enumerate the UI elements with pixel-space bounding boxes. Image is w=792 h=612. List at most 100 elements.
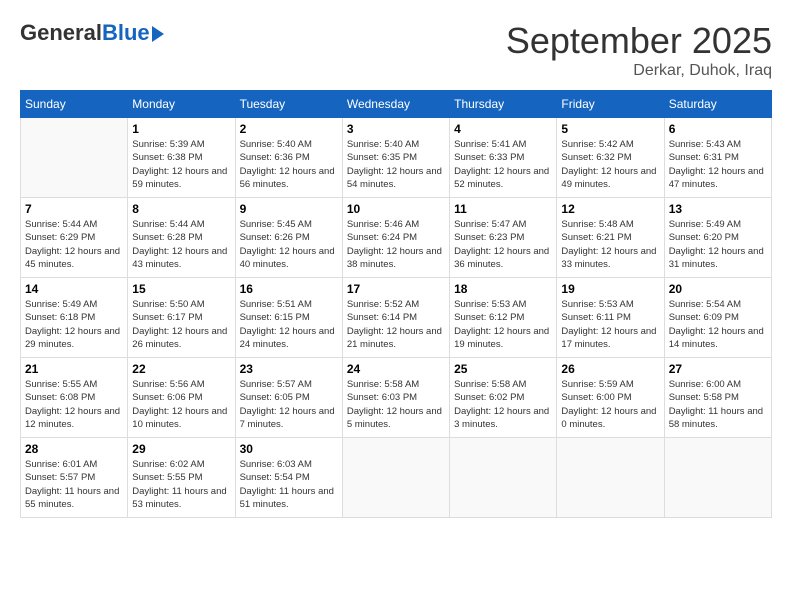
logo-general-text: General (20, 20, 102, 46)
weekday-header-saturday: Saturday (664, 91, 771, 118)
calendar-cell (557, 438, 664, 518)
calendar-cell: 9 Sunrise: 5:45 AMSunset: 6:26 PMDaylight… (235, 198, 342, 278)
logo-blue-text: Blue (102, 20, 150, 46)
day-info: Sunrise: 5:49 AMSunset: 6:18 PMDaylight:… (25, 298, 123, 351)
calendar-cell (450, 438, 557, 518)
day-number: 24 (347, 362, 445, 376)
calendar-cell: 6 Sunrise: 5:43 AMSunset: 6:31 PMDaylight… (664, 118, 771, 198)
day-info: Sunrise: 6:01 AMSunset: 5:57 PMDaylight:… (25, 458, 123, 511)
day-number: 10 (347, 202, 445, 216)
day-number: 20 (669, 282, 767, 296)
day-info: Sunrise: 5:53 AMSunset: 6:12 PMDaylight:… (454, 298, 552, 351)
day-number: 28 (25, 442, 123, 456)
day-number: 27 (669, 362, 767, 376)
logo-arrow-icon (152, 26, 164, 42)
day-number: 22 (132, 362, 230, 376)
calendar-header-row: SundayMondayTuesdayWednesdayThursdayFrid… (21, 91, 772, 118)
day-info: Sunrise: 5:59 AMSunset: 6:00 PMDaylight:… (561, 378, 659, 431)
calendar-cell: 7 Sunrise: 5:44 AMSunset: 6:29 PMDaylight… (21, 198, 128, 278)
day-info: Sunrise: 5:44 AMSunset: 6:28 PMDaylight:… (132, 218, 230, 271)
calendar-cell (664, 438, 771, 518)
day-number: 6 (669, 122, 767, 136)
day-info: Sunrise: 5:44 AMSunset: 6:29 PMDaylight:… (25, 218, 123, 271)
calendar-cell: 4 Sunrise: 5:41 AMSunset: 6:33 PMDaylight… (450, 118, 557, 198)
calendar-cell: 1Sunrise: 5:39 AMSunset: 6:38 PMDaylight… (128, 118, 235, 198)
day-number: 15 (132, 282, 230, 296)
calendar-cell: 30 Sunrise: 6:03 AMSunset: 5:54 PMDayligh… (235, 438, 342, 518)
day-info: Sunrise: 6:02 AMSunset: 5:55 PMDaylight:… (132, 458, 230, 511)
day-number: 13 (669, 202, 767, 216)
day-info: Sunrise: 5:40 AMSunset: 6:36 PMDaylight:… (240, 138, 338, 191)
day-number: 8 (132, 202, 230, 216)
day-number: 3 (347, 122, 445, 136)
day-info: Sunrise: 5:48 AMSunset: 6:21 PMDaylight:… (561, 218, 659, 271)
day-info: Sunrise: 5:49 AMSunset: 6:20 PMDaylight:… (669, 218, 767, 271)
calendar-cell: 29 Sunrise: 6:02 AMSunset: 5:55 PMDayligh… (128, 438, 235, 518)
calendar-cell: 22Sunrise: 5:56 AMSunset: 6:06 PMDayligh… (128, 358, 235, 438)
logo: General Blue (20, 20, 164, 46)
calendar-week-row: 28 Sunrise: 6:01 AMSunset: 5:57 PMDayligh… (21, 438, 772, 518)
day-number: 12 (561, 202, 659, 216)
day-info: Sunrise: 5:41 AMSunset: 6:33 PMDaylight:… (454, 138, 552, 191)
calendar-cell (342, 438, 449, 518)
weekday-header-wednesday: Wednesday (342, 91, 449, 118)
weekday-header-tuesday: Tuesday (235, 91, 342, 118)
day-info: Sunrise: 6:03 AMSunset: 5:54 PMDaylight:… (240, 458, 338, 511)
weekday-header-monday: Monday (128, 91, 235, 118)
day-info: Sunrise: 5:43 AMSunset: 6:31 PMDaylight:… (669, 138, 767, 191)
calendar-cell: 20Sunrise: 5:54 AMSunset: 6:09 PMDayligh… (664, 278, 771, 358)
calendar-cell: 24Sunrise: 5:58 AMSunset: 6:03 PMDayligh… (342, 358, 449, 438)
calendar-cell: 26 Sunrise: 5:59 AMSunset: 6:00 PMDayligh… (557, 358, 664, 438)
weekday-header-friday: Friday (557, 91, 664, 118)
day-number: 18 (454, 282, 552, 296)
calendar-cell: 18 Sunrise: 5:53 AMSunset: 6:12 PMDayligh… (450, 278, 557, 358)
day-info: Sunrise: 6:00 AMSunset: 5:58 PMDaylight:… (669, 378, 767, 431)
day-number: 5 (561, 122, 659, 136)
day-info: Sunrise: 5:58 AMSunset: 6:02 PMDaylight:… (454, 378, 552, 431)
day-info: Sunrise: 5:40 AMSunset: 6:35 PMDaylight:… (347, 138, 445, 191)
day-number: 11 (454, 202, 552, 216)
day-number: 7 (25, 202, 123, 216)
calendar-cell: 13 Sunrise: 5:49 AMSunset: 6:20 PMDayligh… (664, 198, 771, 278)
calendar-cell: 2 Sunrise: 5:40 AMSunset: 6:36 PMDaylight… (235, 118, 342, 198)
calendar-cell: 21 Sunrise: 5:55 AMSunset: 6:08 PMDayligh… (21, 358, 128, 438)
calendar-week-row: 7 Sunrise: 5:44 AMSunset: 6:29 PMDaylight… (21, 198, 772, 278)
day-number: 21 (25, 362, 123, 376)
weekday-header-thursday: Thursday (450, 91, 557, 118)
calendar-cell: 14 Sunrise: 5:49 AMSunset: 6:18 PMDayligh… (21, 278, 128, 358)
day-info: Sunrise: 5:55 AMSunset: 6:08 PMDaylight:… (25, 378, 123, 431)
day-number: 23 (240, 362, 338, 376)
calendar-cell: 16Sunrise: 5:51 AMSunset: 6:15 PMDayligh… (235, 278, 342, 358)
calendar-cell: 25 Sunrise: 5:58 AMSunset: 6:02 PMDayligh… (450, 358, 557, 438)
day-number: 29 (132, 442, 230, 456)
day-number: 19 (561, 282, 659, 296)
calendar-cell: 27 Sunrise: 6:00 AMSunset: 5:58 PMDayligh… (664, 358, 771, 438)
day-number: 26 (561, 362, 659, 376)
day-info: Sunrise: 5:50 AMSunset: 6:17 PMDaylight:… (132, 298, 230, 351)
day-info: Sunrise: 5:57 AMSunset: 6:05 PMDaylight:… (240, 378, 338, 431)
day-number: 4 (454, 122, 552, 136)
day-info: Sunrise: 5:45 AMSunset: 6:26 PMDaylight:… (240, 218, 338, 271)
day-number: 25 (454, 362, 552, 376)
calendar-week-row: 21 Sunrise: 5:55 AMSunset: 6:08 PMDayligh… (21, 358, 772, 438)
calendar-cell: 12 Sunrise: 5:48 AMSunset: 6:21 PMDayligh… (557, 198, 664, 278)
calendar-cell (21, 118, 128, 198)
calendar-cell: 23 Sunrise: 5:57 AMSunset: 6:05 PMDayligh… (235, 358, 342, 438)
calendar-cell: 5Sunrise: 5:42 AMSunset: 6:32 PMDaylight… (557, 118, 664, 198)
day-number: 14 (25, 282, 123, 296)
day-number: 17 (347, 282, 445, 296)
day-info: Sunrise: 5:47 AMSunset: 6:23 PMDaylight:… (454, 218, 552, 271)
day-info: Sunrise: 5:46 AMSunset: 6:24 PMDaylight:… (347, 218, 445, 271)
day-info: Sunrise: 5:39 AMSunset: 6:38 PMDaylight:… (132, 138, 230, 191)
calendar-cell: 19Sunrise: 5:53 AMSunset: 6:11 PMDayligh… (557, 278, 664, 358)
calendar-cell: 10 Sunrise: 5:46 AMSunset: 6:24 PMDayligh… (342, 198, 449, 278)
day-number: 9 (240, 202, 338, 216)
day-info: Sunrise: 5:52 AMSunset: 6:14 PMDaylight:… (347, 298, 445, 351)
calendar-cell: 17 Sunrise: 5:52 AMSunset: 6:14 PMDayligh… (342, 278, 449, 358)
day-number: 2 (240, 122, 338, 136)
day-info: Sunrise: 5:51 AMSunset: 6:15 PMDaylight:… (240, 298, 338, 351)
location-subtitle: Derkar, Duhok, Iraq (506, 62, 772, 80)
day-number: 30 (240, 442, 338, 456)
title-section: September 2025 Derkar, Duhok, Iraq (506, 20, 772, 80)
month-title: September 2025 (506, 20, 772, 62)
